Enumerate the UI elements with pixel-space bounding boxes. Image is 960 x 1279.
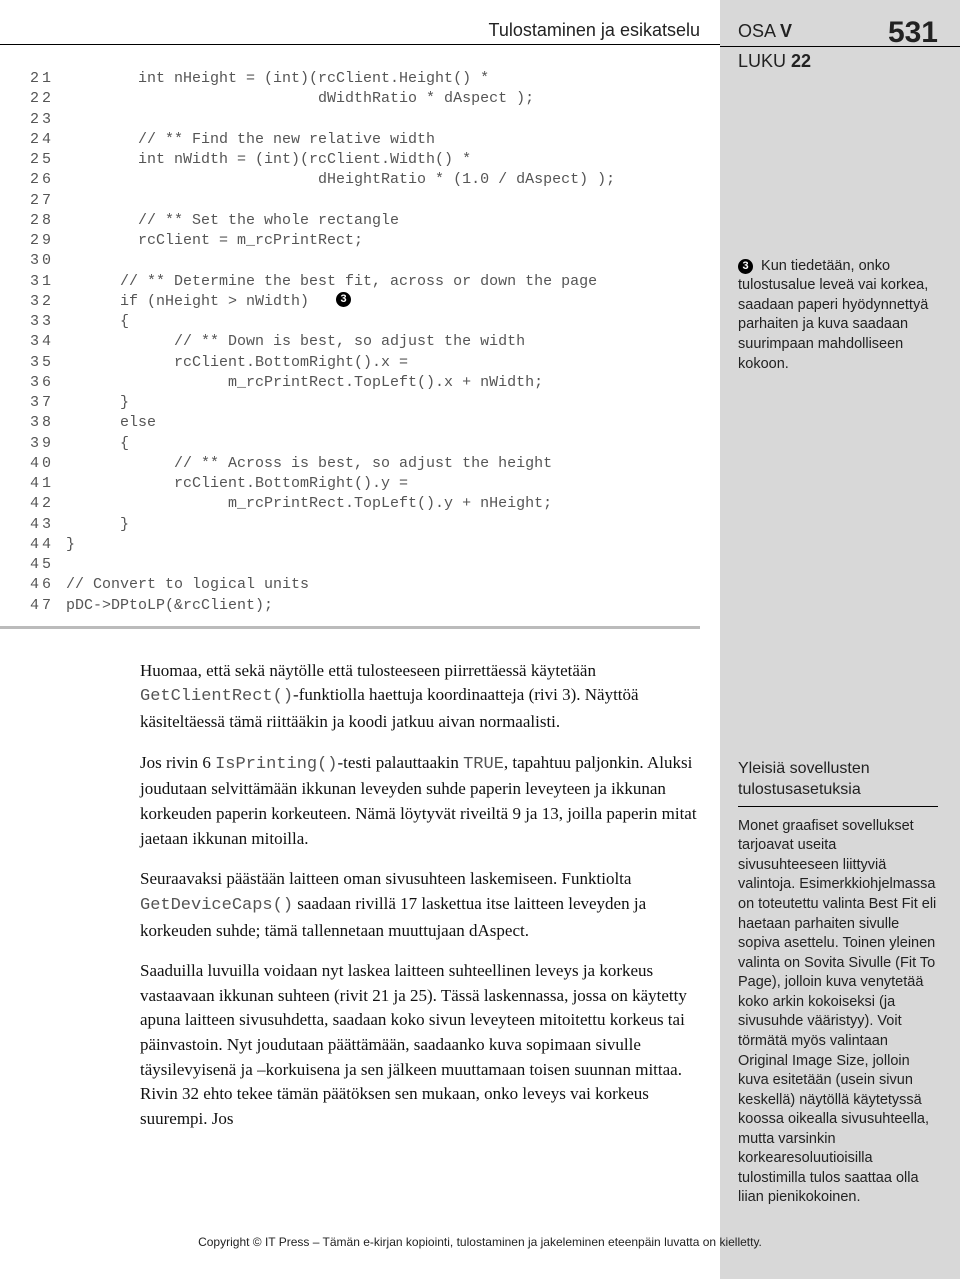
chapter-line: LUKU 22 <box>738 47 938 76</box>
code-line: 37 } <box>30 393 700 413</box>
code-text: { <box>66 312 129 332</box>
code-line: 28 // ** Set the whole rectangle <box>30 211 700 231</box>
code-line: 21 int nHeight = (int)(rcClient.Height()… <box>30 69 700 89</box>
code-line: 32 if (nHeight > nWidth) 3 <box>30 292 700 312</box>
code-line: 41 rcClient.BottomRight().y = <box>30 474 700 494</box>
paragraph-1: Huomaa, että sekä näytölle että tulostee… <box>140 659 700 735</box>
code-text: m_rcPrintRect.TopLeft().y + nHeight; <box>66 494 552 514</box>
margin-annotation: 3 Kun tiedetään, onko tulostusalue leveä… <box>738 257 938 374</box>
code-text: m_rcPrintRect.TopLeft().x + nWidth; <box>66 373 543 393</box>
code-text: } <box>66 515 129 535</box>
code-line: 40 // ** Across is best, so adjust the h… <box>30 454 700 474</box>
sidebar-box-title: Yleisiä sovellusten tulostusasetuksia <box>738 759 938 807</box>
line-number: 42 <box>30 494 66 514</box>
line-number: 21 <box>30 69 66 89</box>
code-line: 45 <box>30 555 700 575</box>
line-number: 23 <box>30 110 66 130</box>
code-text: rcClient.BottomRight().y = <box>66 474 408 494</box>
line-number: 22 <box>30 89 66 109</box>
line-number: 34 <box>30 332 66 352</box>
line-number: 43 <box>30 515 66 535</box>
code-line: 39 { <box>30 434 700 454</box>
line-number: 28 <box>30 211 66 231</box>
code-line: 24 // ** Find the new relative width <box>30 130 700 150</box>
line-number: 27 <box>30 191 66 211</box>
sidebar-box-body: Monet graafiset sovellukset tarjoavat us… <box>738 817 938 1208</box>
paragraph-3: Seuraavaksi päästään laitteen oman sivus… <box>140 867 700 943</box>
code-line: 43 } <box>30 515 700 535</box>
code-line: 33 { <box>30 312 700 332</box>
code-text: pDC->DPtoLP(&rcClient); <box>66 596 273 616</box>
code-text: int nWidth = (int)(rcClient.Width() * <box>66 150 471 170</box>
code-line: 35 rcClient.BottomRight().x = <box>30 353 700 373</box>
line-number: 29 <box>30 231 66 251</box>
code-text: // ** Find the new relative width <box>66 130 435 150</box>
page-number: 531 <box>888 16 938 50</box>
body-text: Huomaa, että sekä näytölle että tulostee… <box>0 659 720 1132</box>
code-text: // ** Set the whole rectangle <box>66 211 399 231</box>
main-header: Tulostaminen ja esikatselu <box>0 20 720 45</box>
paragraph-4: Saaduilla luvuilla voidaan nyt laskea la… <box>140 959 700 1131</box>
code-line: 26 dHeightRatio * (1.0 / dAspect) ); <box>30 170 700 190</box>
code-text: // ** Down is best, so adjust the width <box>66 332 525 352</box>
paragraph-2: Jos rivin 6 IsPrinting()-testi palauttaa… <box>140 751 700 852</box>
code-text: // ** Determine the best fit, across or … <box>66 272 597 292</box>
line-number: 45 <box>30 555 66 575</box>
line-number: 38 <box>30 413 66 433</box>
code-text: // ** Across is best, so adjust the heig… <box>66 454 552 474</box>
code-text: rcClient = m_rcPrintRect; <box>66 231 363 251</box>
line-number: 36 <box>30 373 66 393</box>
code-line: 25 int nWidth = (int)(rcClient.Width() * <box>30 150 700 170</box>
code-text: else <box>66 413 156 433</box>
line-number: 31 <box>30 272 66 292</box>
code-text: rcClient.BottomRight().x = <box>66 353 408 373</box>
code-text: dWidthRatio * dAspect ); <box>66 89 534 109</box>
line-number: 26 <box>30 170 66 190</box>
annotation-badge-icon: 3 <box>738 259 753 274</box>
code-text: int nHeight = (int)(rcClient.Height() * <box>66 69 489 89</box>
code-listing: 21 int nHeight = (int)(rcClient.Height()… <box>0 69 700 629</box>
code-line: 29 rcClient = m_rcPrintRect; <box>30 231 700 251</box>
code-text: if (nHeight > nWidth) <box>66 292 336 312</box>
line-number: 47 <box>30 596 66 616</box>
line-number: 40 <box>30 454 66 474</box>
line-number: 30 <box>30 251 66 271</box>
line-number: 25 <box>30 150 66 170</box>
line-number: 32 <box>30 292 66 312</box>
line-number: 39 <box>30 434 66 454</box>
code-text: } <box>66 393 129 413</box>
line-number: 41 <box>30 474 66 494</box>
code-line: 36 m_rcPrintRect.TopLeft().x + nWidth; <box>30 373 700 393</box>
line-number: 35 <box>30 353 66 373</box>
code-line: 44} <box>30 535 700 555</box>
code-line: 34 // ** Down is best, so adjust the wid… <box>30 332 700 352</box>
sidebar-box: Yleisiä sovellusten tulostusasetuksia Mo… <box>738 759 938 1208</box>
code-text: // Convert to logical units <box>66 575 309 595</box>
line-number: 33 <box>30 312 66 332</box>
code-line: 22 dWidthRatio * dAspect ); <box>30 89 700 109</box>
line-number: 24 <box>30 130 66 150</box>
code-line: 38 else <box>30 413 700 433</box>
code-text: dHeightRatio * (1.0 / dAspect) ); <box>66 170 615 190</box>
code-line: 30 <box>30 251 700 271</box>
code-line: 31 // ** Determine the best fit, across … <box>30 272 700 292</box>
code-text: } <box>66 535 75 555</box>
code-line: 46// Convert to logical units <box>30 575 700 595</box>
code-line: 42 m_rcPrintRect.TopLeft().y + nHeight; <box>30 494 700 514</box>
copyright-footer: Copyright © IT Press – Tämän e-kirjan ko… <box>0 1235 960 1249</box>
code-line: 47pDC->DPtoLP(&rcClient); <box>30 596 700 616</box>
code-line: 27 <box>30 191 700 211</box>
line-number: 44 <box>30 535 66 555</box>
code-text: { <box>66 434 129 454</box>
line-number: 46 <box>30 575 66 595</box>
section-title: Tulostaminen ja esikatselu <box>0 20 700 41</box>
line-number: 37 <box>30 393 66 413</box>
code-annotation-badge-icon: 3 <box>336 292 351 307</box>
code-line: 23 <box>30 110 700 130</box>
